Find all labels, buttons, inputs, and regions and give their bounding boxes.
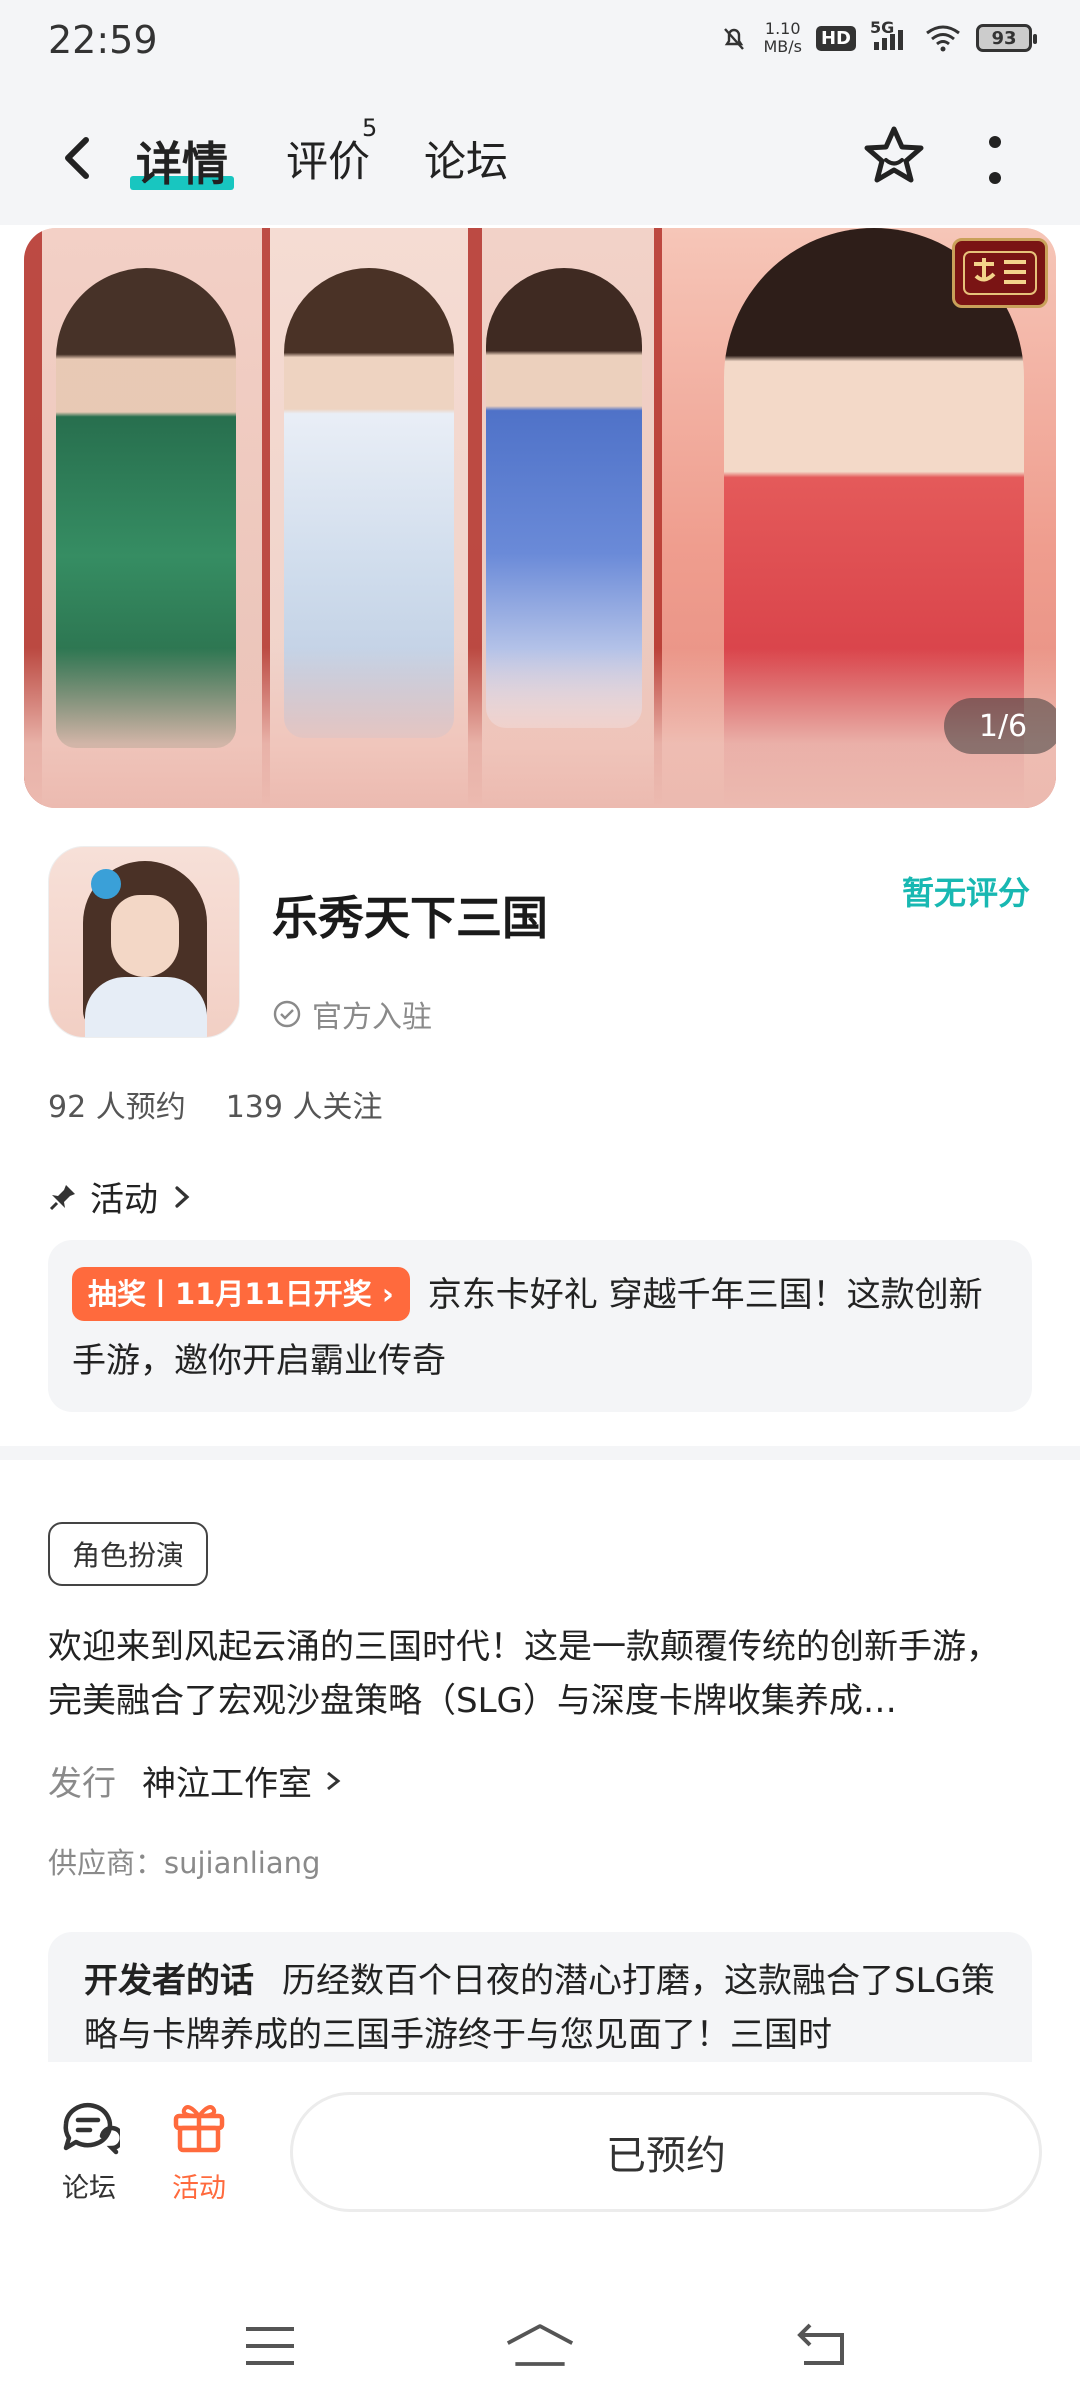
menu-lines-icon [246, 2327, 294, 2365]
reserved-button[interactable]: 已预约 [290, 2092, 1042, 2212]
activity-button[interactable]: 活动 [170, 2098, 228, 2205]
publisher-row[interactable]: 发行 神泣工作室 [48, 1756, 344, 1805]
forum-button-label: 论坛 [62, 2173, 116, 2204]
activity-button-label: 活动 [172, 2173, 226, 2204]
battery-indicator: 93 [976, 24, 1037, 52]
chevron-right-icon [175, 1185, 190, 1208]
activity-heading[interactable]: 活动 [48, 1172, 194, 1221]
developer-note-title: 开发者的话 [84, 1961, 254, 2001]
status-icons: 1.10 MB/s HD 5G 93 [719, 18, 1037, 56]
app-icon-art [85, 977, 207, 1037]
mute-bell-icon [719, 23, 749, 53]
app-icon-art [111, 895, 179, 977]
activity-text-block: 抽奖丨11月11日开奖 › 京东卡好礼 穿越千年三国！这款创新手游，邀你开启霸业传… [72, 1262, 1008, 1394]
game-logo-art [963, 251, 1037, 295]
more-dot [989, 172, 1001, 184]
network-speed-unit: MB/s [763, 37, 802, 56]
lottery-badge-label: 抽奖丨11月11日开奖 [88, 1276, 372, 1311]
supplier-info: 供应商：sujianliang [48, 1846, 321, 1880]
network-speed-value: 1.10 [764, 19, 801, 38]
publisher-value-wrap: 神泣工作室 [142, 1756, 344, 1805]
app-icon [48, 846, 240, 1038]
screenshot-carousel[interactable]: 1/6 [24, 228, 1056, 808]
top-navigation: 详情 评价 5 论坛 [0, 110, 1080, 200]
tab-forum[interactable]: 论坛 [424, 128, 508, 189]
forum-button[interactable]: 论坛 [58, 2098, 120, 2205]
chevron-right-icon: › [381, 1276, 394, 1311]
signal-icon: 5G [870, 18, 910, 52]
genre-tag[interactable]: 角色扮演 [48, 1522, 209, 1586]
app-stats: 92 人预约 139 人关注 [48, 1082, 383, 1126]
official-label: 官方入驻 [312, 1000, 432, 1035]
wifi-icon [924, 24, 962, 52]
star-icon [864, 126, 924, 183]
tab-details[interactable]: 详情 [136, 128, 228, 194]
activity-heading-label: 活动 [90, 1180, 158, 1220]
return-icon [797, 2323, 844, 2365]
network-speed: 1.10 MB/s [763, 20, 802, 56]
reservation-count: 92 人预约 [48, 1090, 186, 1125]
section-divider [0, 1446, 1080, 1460]
app-name: 乐秀天下三国 [272, 891, 548, 945]
chevron-right-icon [327, 1771, 341, 1790]
status-bar: 22:59 1.10 MB/s HD 5G 93 [0, 0, 1080, 84]
official-badge: 官方入驻 [272, 992, 432, 1036]
developer-note-card[interactable]: 开发者的话 历经数百个日夜的潜心打磨，这款融合了SLG策略与卡牌养成的三国手游终于… [48, 1932, 1032, 2062]
game-description[interactable]: 欢迎来到风起云涌的三国时代！这是一款颠覆传统的创新手游，完美融合了宏观沙盘策略（… [48, 1620, 1032, 1728]
carousel-counter: 1/6 [944, 698, 1056, 754]
follower-count: 139 人关注 [225, 1090, 383, 1125]
recent-apps-button[interactable] [234, 2316, 306, 2376]
home-button[interactable] [504, 2316, 576, 2376]
back-nav-button[interactable] [788, 2316, 860, 2376]
game-logo [952, 238, 1048, 308]
chevron-left-icon [65, 137, 89, 179]
publisher-label: 发行 [48, 1764, 116, 1804]
lottery-badge: 抽奖丨11月11日开奖 › [72, 1266, 410, 1321]
tab-reviews[interactable]: 评价 [286, 128, 370, 189]
gift-icon [173, 2105, 225, 2153]
mountain-backdrop [24, 648, 1056, 808]
check-circle-icon [273, 1000, 301, 1028]
favorite-button[interactable] [858, 120, 930, 192]
app-icon-art [91, 869, 121, 899]
chat-bubble-icon [63, 2102, 120, 2155]
system-navigation-bar [0, 2290, 1080, 2408]
pin-icon [49, 1184, 75, 1210]
home-icon [506, 2324, 574, 2366]
activity-card[interactable]: 抽奖丨11月11日开奖 › 京东卡好礼 穿越千年三国！这款创新手游，邀你开启霸业传… [48, 1240, 1032, 1412]
network-type: 5G [870, 18, 895, 37]
back-button[interactable] [52, 130, 108, 186]
status-time: 22:59 [48, 18, 158, 62]
hd-badge: HD [815, 25, 856, 51]
publisher-name: 神泣工作室 [142, 1764, 312, 1804]
rating-label: 暂无评分 [901, 874, 1030, 912]
reviews-count-badge: 5 [362, 114, 378, 142]
bottom-action-bar: 论坛 活动 已预约 [0, 2062, 1080, 2262]
more-vertical-icon [989, 136, 1001, 148]
more-options-button[interactable] [980, 132, 1010, 188]
